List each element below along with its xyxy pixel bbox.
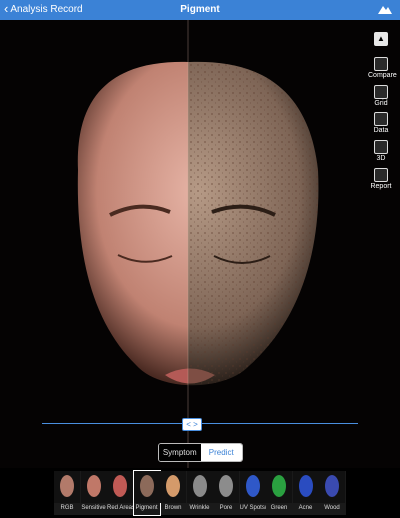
thumbnail-face bbox=[113, 475, 127, 497]
face-image bbox=[77, 20, 319, 468]
face-image-viewer[interactable] bbox=[0, 20, 400, 468]
compare-label: Compare bbox=[368, 72, 397, 79]
cube-icon bbox=[374, 140, 388, 154]
top-navigation-bar: ‹ Analysis Record Pigment bbox=[0, 0, 400, 20]
thumbnail-face bbox=[60, 475, 74, 497]
thumbnail-image bbox=[186, 471, 213, 503]
thumbnail-image bbox=[266, 471, 292, 503]
thumbnail-item[interactable]: Wrinkle bbox=[186, 471, 213, 515]
thumbnail-item[interactable]: Pigment bbox=[132, 470, 161, 516]
thumbnail-face bbox=[139, 475, 154, 497]
thumbnail-label: Green bbox=[270, 505, 288, 511]
chevron-up-icon: ▲ bbox=[377, 34, 385, 43]
data-icon bbox=[374, 112, 388, 126]
thumbnail-list: RGB Sensitive Red Areas Pigment Brown Wrinkle… bbox=[54, 470, 346, 516]
thumbnail-label: Wood bbox=[324, 505, 340, 511]
thumbnail-item[interactable]: UV Spots/perPigment bbox=[239, 471, 266, 515]
thumbnail-label: Sensitive bbox=[81, 505, 106, 511]
thumbnail-label: Acne bbox=[298, 505, 313, 511]
data-button[interactable]: Data bbox=[368, 112, 394, 134]
report-button[interactable]: Report bbox=[368, 168, 394, 190]
thumbnail-item[interactable]: Wood bbox=[319, 471, 345, 515]
thumbnail-label: Red Areas bbox=[107, 505, 133, 511]
thumbnail-item[interactable]: Brown bbox=[160, 471, 186, 515]
chevron-left-icon: ‹ bbox=[4, 1, 9, 16]
thumbnail-image bbox=[319, 471, 345, 503]
data-label: Data bbox=[373, 127, 389, 134]
symptom-tab[interactable]: Symptom bbox=[159, 444, 201, 461]
thumbnail-face bbox=[325, 475, 339, 497]
thumbnail-label: Brown bbox=[164, 505, 182, 511]
analysis-mode-strip: RGB Sensitive Red Areas Pigment Brown Wrinkle… bbox=[0, 468, 400, 518]
thumbnail-item[interactable]: RGB bbox=[54, 471, 80, 515]
thumbnail-image bbox=[107, 471, 133, 503]
predict-tab[interactable]: Predict bbox=[200, 444, 242, 461]
grid-icon bbox=[374, 85, 388, 99]
thumbnail-face bbox=[86, 475, 101, 497]
thumbnail-image bbox=[160, 471, 186, 503]
grid-button[interactable]: Grid bbox=[368, 85, 394, 107]
mountain-icon[interactable] bbox=[378, 3, 392, 15]
thumbnail-image bbox=[54, 471, 80, 503]
grid-label: Grid bbox=[374, 100, 388, 107]
thumbnail-item[interactable]: Red Areas bbox=[107, 471, 133, 515]
thumbnail-face bbox=[245, 475, 260, 497]
compare-icon bbox=[374, 57, 388, 71]
thumbnail-label: RGB bbox=[60, 505, 74, 511]
back-button[interactable]: ‹ Analysis Record bbox=[4, 1, 83, 16]
thumbnail-face bbox=[166, 475, 180, 497]
thumbnail-label: Wrinkle bbox=[189, 505, 210, 511]
3d-button[interactable]: 3D bbox=[368, 140, 394, 162]
thumbnail-face bbox=[219, 475, 233, 497]
thumbnail-face bbox=[192, 475, 207, 497]
collapse-toolbar-button[interactable]: ▲ bbox=[374, 32, 388, 46]
compare-slider-handle[interactable]: < > bbox=[182, 418, 202, 431]
thumbnail-face bbox=[298, 475, 313, 497]
thumbnail-item[interactable]: Green bbox=[266, 471, 292, 515]
thumbnail-image bbox=[80, 471, 107, 503]
report-icon bbox=[374, 168, 388, 182]
thumbnail-face bbox=[272, 475, 286, 497]
back-label: Analysis Record bbox=[10, 3, 83, 15]
thumbnail-image bbox=[292, 471, 319, 503]
mode-segmented-control: Symptom Predict bbox=[158, 443, 243, 462]
thumbnail-item[interactable]: Pore bbox=[213, 471, 239, 515]
thumbnail-label: Pore bbox=[219, 505, 233, 511]
compare-button[interactable]: Compare bbox=[368, 57, 397, 79]
report-label: Report bbox=[370, 183, 392, 190]
thumbnail-image bbox=[133, 471, 160, 503]
thumbnail-item[interactable]: Sensitive bbox=[80, 471, 107, 515]
thumbnail-image bbox=[213, 471, 239, 503]
thumbnail-label: Pigment bbox=[135, 505, 158, 511]
thumbnail-item[interactable]: Acne bbox=[292, 471, 319, 515]
3d-label: 3D bbox=[376, 155, 386, 162]
thumbnail-image bbox=[239, 471, 266, 503]
thumbnail-label: UV Spots/perPigment bbox=[239, 505, 266, 511]
